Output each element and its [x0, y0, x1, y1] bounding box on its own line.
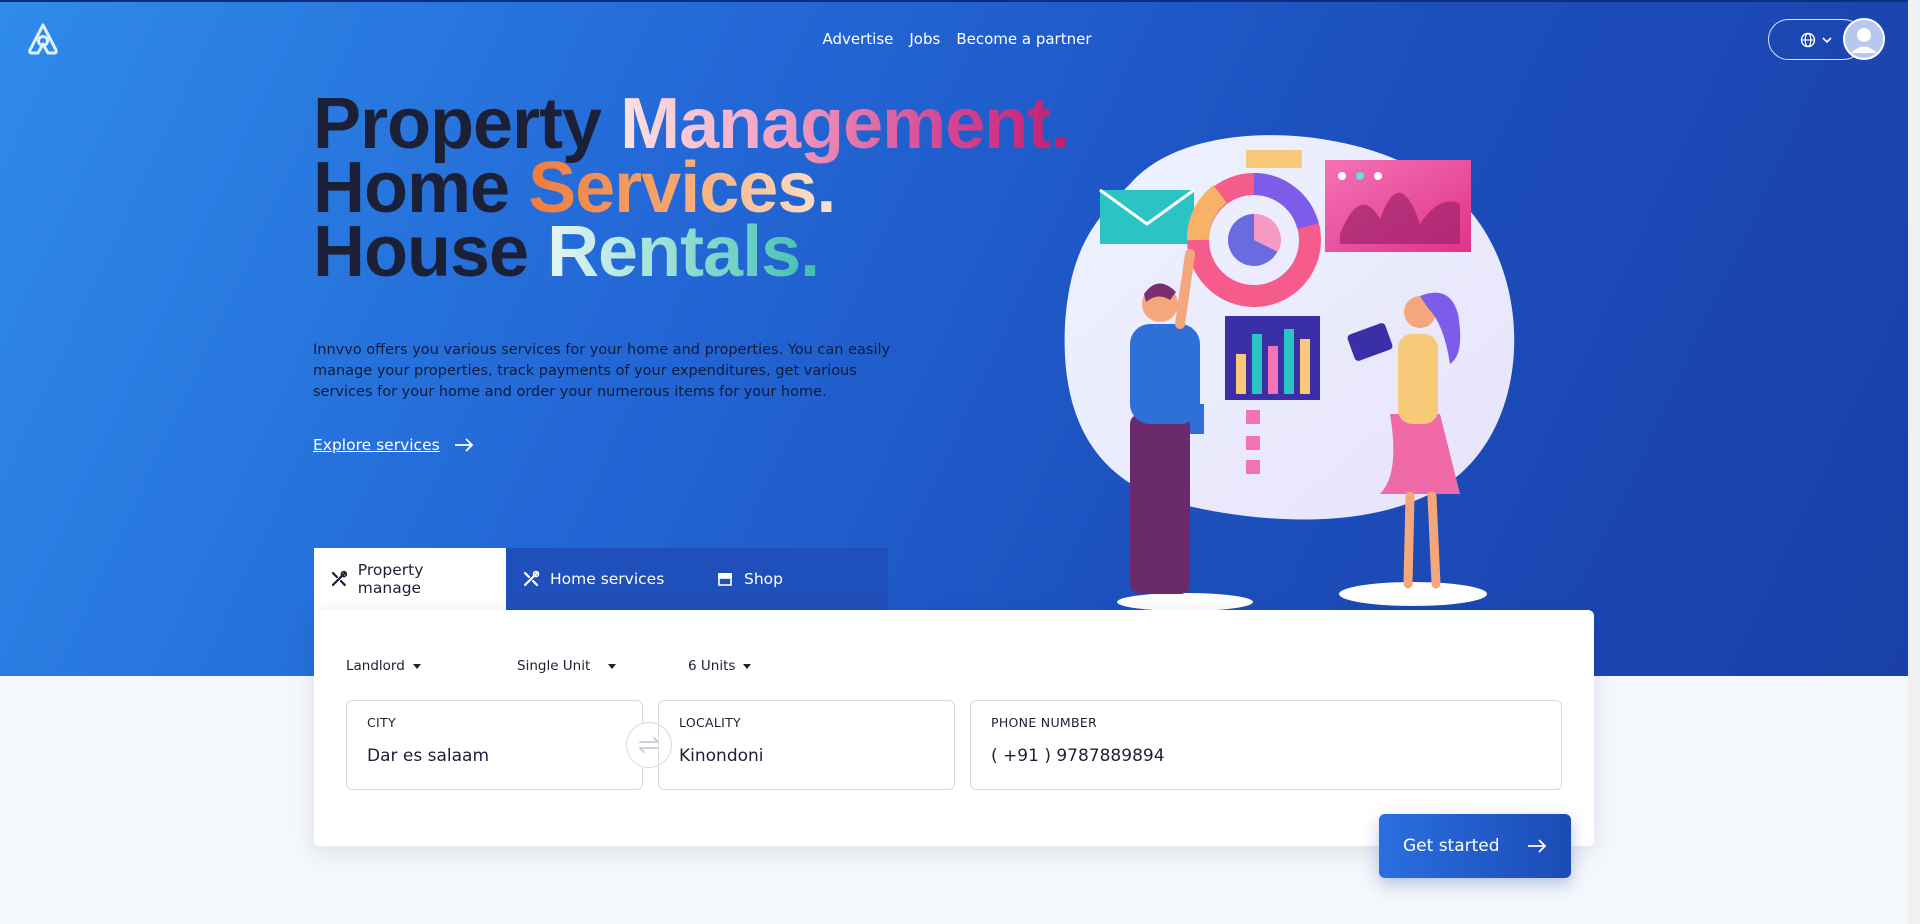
tab-home-services[interactable]: Home services [506, 548, 698, 610]
user-avatar[interactable] [1843, 18, 1885, 60]
unit-type-dropdown-value: Single Unit [517, 658, 591, 674]
tab-label: Shop [744, 570, 783, 588]
service-tabs: Property manage Home services Shop [314, 548, 888, 610]
page-scrollbar[interactable] [1908, 0, 1920, 924]
get-started-button[interactable]: Get started [1379, 814, 1571, 878]
hero-description: Innvvo offers you various services for y… [313, 342, 891, 400]
tools-icon [331, 570, 348, 587]
tab-label: Home services [550, 570, 665, 588]
city-label: CITY [367, 715, 396, 730]
caret-down-icon [743, 663, 752, 669]
phone-field[interactable]: PHONE NUMBER [970, 700, 1562, 790]
swap-arrows-icon [639, 737, 659, 753]
caret-down-icon [412, 663, 421, 669]
locality-input[interactable] [679, 746, 934, 766]
tab-shop[interactable]: Shop [698, 548, 878, 610]
user-icon [1845, 20, 1883, 58]
nav-link-become-partner[interactable]: Become a partner [956, 30, 1091, 48]
units-dropdown[interactable]: 6 Units [688, 658, 752, 674]
unit-type-dropdown[interactable]: Single Unit [517, 658, 688, 674]
tab-label: Property manage [357, 561, 424, 597]
top-nav: Advertise Jobs Become a partner [0, 30, 1908, 48]
city-input[interactable] [367, 746, 622, 766]
hero-illustration [1060, 124, 1536, 611]
units-dropdown-value: 6 Units [688, 658, 736, 674]
role-dropdown[interactable]: Landlord [346, 658, 517, 674]
headline-word: House [313, 212, 529, 292]
role-dropdown-value: Landlord [346, 658, 405, 674]
nav-link-advertise[interactable]: Advertise [822, 30, 893, 48]
city-field[interactable]: CITY [346, 700, 643, 790]
chevron-down-icon [1822, 36, 1832, 43]
get-started-label: Get started [1403, 836, 1500, 856]
explore-services-link[interactable]: Explore services [313, 436, 474, 454]
locality-label: LOCALITY [679, 715, 741, 730]
tab-property-manage[interactable]: Property manage [314, 548, 506, 610]
arrow-right-icon [1528, 839, 1547, 853]
hero-headline: Property Management. Home Services. Hous… [313, 88, 1070, 288]
locality-field[interactable]: LOCALITY [658, 700, 955, 790]
filter-row: Landlord Single Unit 6 Units [346, 658, 752, 674]
tools-icon [523, 570, 540, 587]
headline-accent: Rentals. [547, 212, 820, 292]
phone-label: PHONE NUMBER [991, 715, 1098, 730]
globe-icon [1800, 32, 1816, 47]
arrow-right-icon [454, 438, 473, 452]
nav-link-jobs[interactable]: Jobs [909, 30, 940, 48]
phone-input[interactable] [991, 746, 1541, 766]
explore-services-label: Explore services [313, 436, 440, 454]
store-icon [718, 573, 732, 586]
search-form-card: Landlord Single Unit 6 Units CITY LOCALI… [314, 610, 1594, 846]
caret-down-icon [608, 663, 617, 669]
